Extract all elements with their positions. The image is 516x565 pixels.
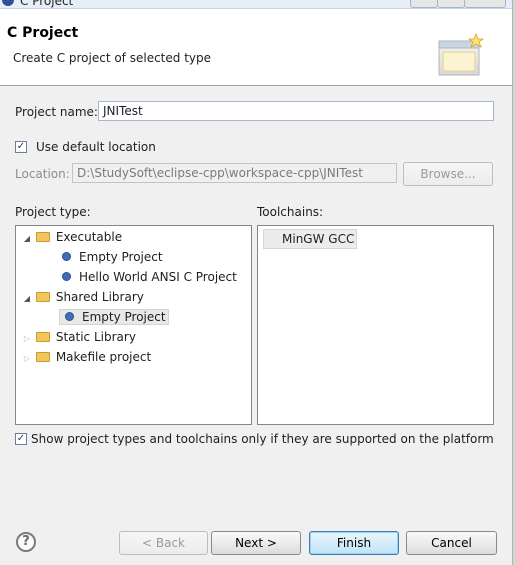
tree-item-label: Empty Project: [79, 250, 163, 264]
expanded-arrow-icon[interactable]: ◢: [22, 289, 32, 309]
tree-item-label: Empty Project: [82, 310, 166, 324]
back-button[interactable]: < Back: [119, 531, 208, 555]
tree-item-label: Executable: [55, 230, 123, 244]
project-type-icon: [62, 272, 71, 281]
close-button[interactable]: [464, 0, 506, 8]
show-supported-only-checkbox[interactable]: ✓: [15, 433, 27, 445]
eclipse-icon: [2, 0, 14, 6]
location-input[interactable]: D:\StudySoft\eclipse-cpp\workspace-cpp\J…: [72, 163, 397, 183]
wizard-header: C Project Create C project of selected t…: [0, 9, 512, 86]
folder-icon: [35, 291, 50, 302]
window-title: C Project: [20, 0, 74, 8]
tree-item-makefile-project[interactable]: ▷ Makefile project: [22, 347, 151, 367]
tree-item-label: Static Library: [55, 330, 136, 344]
expanded-arrow-icon[interactable]: ◢: [22, 229, 32, 249]
page-title: C Project: [7, 25, 79, 41]
next-button[interactable]: Next >: [211, 531, 301, 555]
cancel-button[interactable]: Cancel: [406, 531, 497, 555]
toolchain-item-mingw-gcc[interactable]: MinGW GCC: [263, 229, 358, 249]
page-description: Create C project of selected type: [13, 51, 211, 65]
window-border: [512, 0, 516, 565]
finish-button[interactable]: Finish: [309, 531, 399, 555]
project-name-input[interactable]: JNITest: [98, 101, 494, 121]
collapsed-arrow-icon[interactable]: ▷: [22, 349, 32, 369]
location-label: Location:: [15, 167, 70, 181]
collapsed-arrow-icon[interactable]: ▷: [22, 329, 32, 349]
tree-item-label: Hello World ANSI C Project: [79, 270, 237, 284]
tree-item-empty-project-selected[interactable]: Empty Project: [59, 307, 169, 327]
project-name-label: Project name:: [15, 105, 98, 119]
use-default-location-checkbox[interactable]: ✓: [15, 141, 27, 153]
folder-icon: [35, 231, 50, 242]
wizard-banner-icon: [438, 33, 485, 76]
folder-icon: [35, 331, 50, 342]
window-title-bar[interactable]: C Project: [0, 0, 516, 9]
tree-item-label: Shared Library: [55, 290, 144, 304]
tree-item-executable[interactable]: ◢ Executable: [22, 227, 122, 247]
project-type-label: Project type:: [15, 205, 91, 219]
folder-icon: [35, 351, 50, 362]
show-supported-only-label[interactable]: Show project types and toolchains only i…: [31, 432, 494, 446]
project-type-tree[interactable]: ◢ Executable Empty Project Hello World A…: [15, 225, 252, 425]
project-type-icon: [62, 252, 71, 261]
tree-item-hello-world[interactable]: Hello World ANSI C Project: [62, 267, 237, 287]
project-type-icon: [65, 312, 74, 321]
tree-item-shared-library[interactable]: ◢ Shared Library: [22, 287, 144, 307]
browse-button[interactable]: Browse...: [403, 162, 493, 186]
tree-item-static-library[interactable]: ▷ Static Library: [22, 327, 136, 347]
use-default-location-label[interactable]: Use default location: [36, 140, 156, 154]
maximize-button[interactable]: [437, 0, 465, 8]
help-icon[interactable]: ?: [16, 532, 36, 552]
toolchains-label: Toolchains:: [257, 205, 324, 219]
minimize-button[interactable]: [410, 0, 438, 8]
tree-item-empty-project[interactable]: Empty Project: [62, 247, 163, 267]
toolchains-list[interactable]: MinGW GCC: [257, 225, 494, 425]
tree-item-label: Makefile project: [55, 350, 152, 364]
